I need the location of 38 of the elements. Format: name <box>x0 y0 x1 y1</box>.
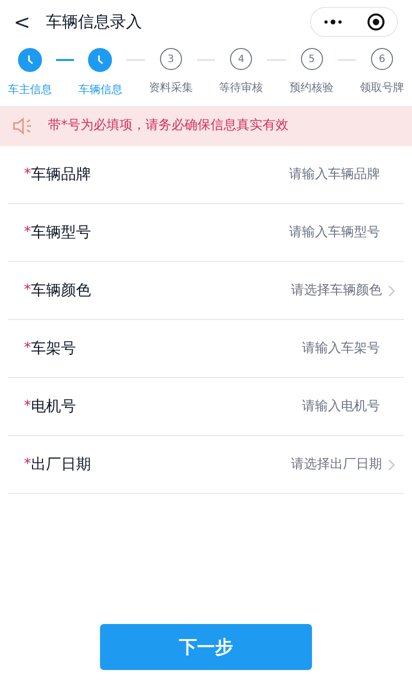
input-field[interactable]: 请输入车架号 <box>230 338 380 358</box>
next-button[interactable]: 下一步 <box>100 624 312 670</box>
step-label: 车主信息 <box>8 82 52 98</box>
select-field[interactable]: 请选择出厂日期 <box>291 454 396 474</box>
speaker-icon <box>12 117 34 135</box>
target-icon[interactable] <box>367 13 385 31</box>
field-label: 出厂日期 <box>31 454 91 476</box>
step-number: 5 <box>300 48 323 70</box>
required-mark: * <box>24 165 31 184</box>
required-mark: * <box>24 339 31 358</box>
step-label: 领取号牌 <box>360 80 404 96</box>
step-number: 6 <box>371 48 394 70</box>
more-icon[interactable] <box>323 19 343 25</box>
field-label: 车辆品牌 <box>31 164 91 186</box>
input-field[interactable]: 请输入电机号 <box>230 396 380 416</box>
notice-text: 带*号为必填项，请务必确保信息真实有效 <box>48 117 288 136</box>
step-number: 3 <box>160 48 182 70</box>
select-field[interactable]: 请选择车辆颜色 <box>291 280 396 300</box>
step-label: 车辆信息 <box>78 82 122 98</box>
chevron-right-icon <box>388 284 396 296</box>
required-mark: * <box>24 455 31 474</box>
input-field[interactable]: 请输入车辆型号 <box>230 222 380 242</box>
field-label: 车辆型号 <box>31 222 91 244</box>
step-label: 资料采集 <box>148 80 193 96</box>
field-label: 车架号 <box>31 338 76 360</box>
step-number: 4 <box>230 48 252 70</box>
capsule-menu[interactable] <box>310 7 398 37</box>
step-label: 等待审核 <box>219 80 264 96</box>
field-label: 电机号 <box>31 396 76 418</box>
step-label: 预约核验 <box>290 80 334 96</box>
required-mark: * <box>24 223 31 242</box>
chevron-right-icon <box>388 458 396 470</box>
input-field[interactable]: 请输入车辆品牌 <box>230 164 380 184</box>
page-title: 车辆信息录入 <box>46 11 142 33</box>
required-mark: * <box>24 281 31 300</box>
back-button[interactable]: < <box>12 7 32 37</box>
required-mark: * <box>24 397 31 416</box>
field-label: 车辆颜色 <box>31 280 91 302</box>
